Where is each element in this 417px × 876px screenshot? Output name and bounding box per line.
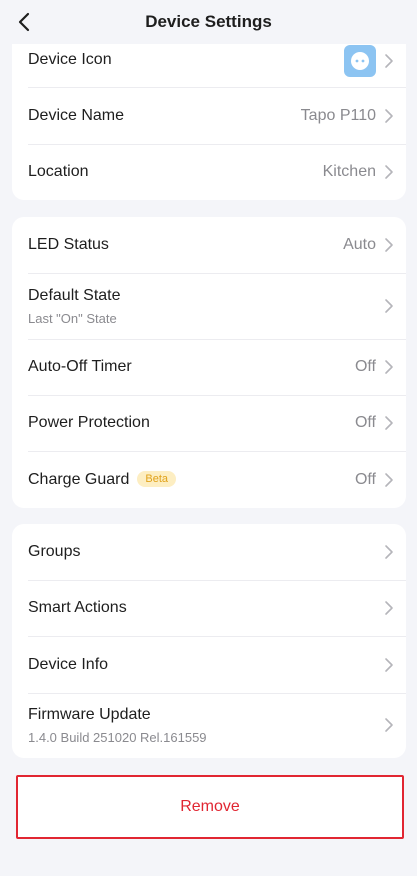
chevron-right-icon bbox=[385, 545, 393, 559]
location-value: Kitchen bbox=[322, 163, 376, 180]
device-info-row[interactable]: Device Info bbox=[12, 637, 406, 693]
device-name-label: Device Name bbox=[28, 107, 125, 124]
plug-icon bbox=[344, 45, 376, 77]
behavior-card: LED Status Auto Default State Last "On" … bbox=[12, 217, 406, 508]
led-status-row[interactable]: LED Status Auto bbox=[12, 217, 406, 273]
header: Device Settings bbox=[0, 0, 417, 44]
charge-guard-row[interactable]: Charge Guard Beta Off bbox=[12, 452, 406, 508]
auto-off-timer-value: Off bbox=[354, 358, 376, 375]
chevron-right-icon bbox=[385, 299, 393, 313]
groups-label: Groups bbox=[28, 543, 81, 560]
default-state-label: Default State bbox=[28, 287, 121, 304]
device-name-value: Tapo P110 bbox=[300, 107, 376, 124]
chevron-right-icon bbox=[385, 718, 393, 732]
auto-off-timer-label: Auto-Off Timer bbox=[28, 358, 132, 375]
firmware-update-row[interactable]: Firmware Update 1.4.0 Build 251020 Rel.1… bbox=[12, 693, 406, 758]
chevron-right-icon bbox=[385, 601, 393, 615]
chevron-right-icon bbox=[385, 165, 393, 179]
chevron-right-icon bbox=[385, 238, 393, 252]
device-icon-label: Device Icon bbox=[28, 51, 112, 68]
firmware-update-label: Firmware Update bbox=[28, 706, 151, 723]
beta-badge: Beta bbox=[137, 471, 177, 487]
charge-guard-label-group: Charge Guard Beta bbox=[28, 471, 177, 489]
power-protection-label: Power Protection bbox=[28, 414, 150, 431]
firmware-version-subtitle: 1.4.0 Build 251020 Rel.161559 bbox=[28, 730, 207, 745]
device-more-card: Groups Smart Actions Device Info Firmwar… bbox=[12, 524, 406, 758]
charge-guard-value: Off bbox=[354, 471, 376, 488]
default-state-row[interactable]: Default State Last "On" State bbox=[12, 274, 406, 339]
device-basics-card: Device Icon Device Name Tapo P110 Locati… bbox=[12, 20, 406, 200]
chevron-right-icon bbox=[385, 109, 393, 123]
chevron-right-icon bbox=[385, 416, 393, 430]
remove-label: Remove bbox=[180, 798, 240, 815]
led-status-label: LED Status bbox=[28, 236, 109, 253]
location-row[interactable]: Location Kitchen bbox=[12, 144, 406, 200]
default-state-subtitle: Last "On" State bbox=[28, 311, 117, 326]
page-title: Device Settings bbox=[145, 12, 272, 31]
groups-row[interactable]: Groups bbox=[12, 524, 406, 580]
smart-actions-label: Smart Actions bbox=[28, 599, 127, 616]
chevron-right-icon bbox=[385, 360, 393, 374]
remove-button[interactable]: Remove bbox=[16, 775, 404, 839]
device-name-row[interactable]: Device Name Tapo P110 bbox=[12, 88, 406, 144]
power-protection-value: Off bbox=[354, 414, 376, 431]
auto-off-timer-row[interactable]: Auto-Off Timer Off bbox=[12, 339, 406, 395]
charge-guard-label: Charge Guard bbox=[28, 471, 130, 488]
power-protection-row[interactable]: Power Protection Off bbox=[12, 395, 406, 451]
smart-actions-row[interactable]: Smart Actions bbox=[12, 580, 406, 636]
chevron-right-icon bbox=[385, 658, 393, 672]
device-info-label: Device Info bbox=[28, 656, 109, 673]
chevron-right-icon bbox=[385, 473, 393, 487]
location-label: Location bbox=[28, 163, 89, 180]
led-status-value: Auto bbox=[343, 236, 376, 253]
chevron-right-icon bbox=[385, 54, 393, 68]
